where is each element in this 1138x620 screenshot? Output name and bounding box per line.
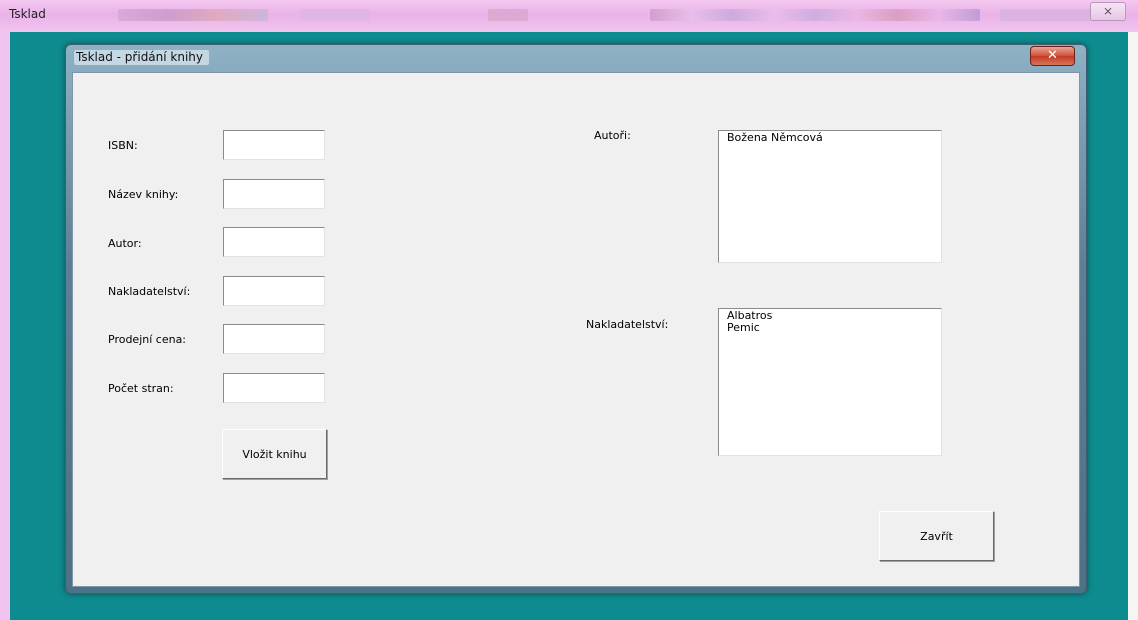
isbn-input[interactable]: [223, 130, 325, 160]
title-label: Název knihy:: [108, 188, 179, 201]
price-input[interactable]: [223, 324, 325, 354]
ribbon-blur-icons: [118, 9, 268, 21]
app-close-button[interactable]: ⨯: [1090, 2, 1126, 21]
publisher-label: Nakladatelství:: [108, 285, 191, 298]
list-item[interactable]: Božena Němcová: [727, 132, 933, 144]
isbn-label: ISBN:: [108, 139, 138, 152]
ribbon-blur-text: [300, 9, 370, 21]
pages-label: Počet stran:: [108, 382, 174, 395]
pages-input[interactable]: [223, 373, 325, 403]
app-left-edge: [0, 32, 10, 620]
dialog-body: ISBN: Název knihy: Autor: Nakladatelství…: [72, 72, 1080, 587]
publisher-input[interactable]: [223, 276, 325, 306]
list-item[interactable]: Pemic: [727, 322, 933, 334]
publishers-label: Nakladatelství:: [586, 318, 669, 331]
ribbon-blur-icons: [650, 9, 980, 21]
app-right-edge: [1128, 32, 1138, 620]
dialog-title: Tsklad - přidání knihy: [74, 50, 210, 65]
dialog-close-icon[interactable]: ✕: [1030, 46, 1075, 66]
close-button[interactable]: Zavřít: [879, 511, 994, 561]
publishers-listbox[interactable]: Albatros Pemic: [718, 308, 942, 456]
author-label: Autor:: [108, 237, 142, 250]
app-title-bar: Tsklad ⨯: [0, 0, 1138, 33]
add-book-dialog: Tsklad - přidání knihy ✕ ISBN: Název kni…: [65, 44, 1087, 594]
authors-label: Autoři:: [594, 129, 631, 142]
title-input[interactable]: [223, 179, 325, 209]
insert-book-button[interactable]: Vložit knihu: [222, 429, 327, 479]
author-input[interactable]: [223, 227, 325, 257]
ribbon-blur-text: [488, 9, 528, 21]
authors-listbox[interactable]: Božena Němcová: [718, 130, 942, 263]
ribbon-blur-text: [1000, 9, 1095, 21]
price-label: Prodejní cena:: [108, 333, 187, 346]
app-title: Tsklad: [9, 7, 46, 21]
